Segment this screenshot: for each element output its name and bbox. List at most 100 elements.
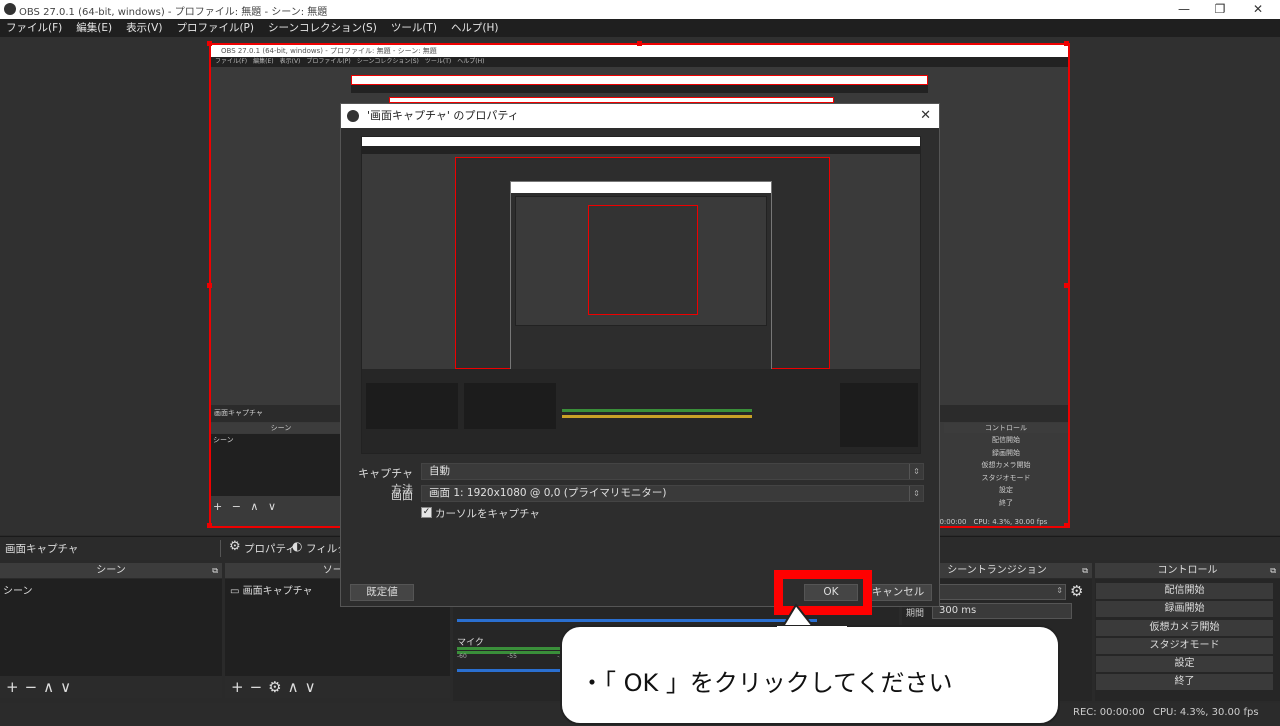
nested-scene-list — [366, 383, 458, 429]
menu-file[interactable]: ファイル(F) — [6, 19, 62, 37]
move-up-icon[interactable]: ∧ — [288, 678, 305, 696]
menu-profile[interactable]: プロファイル(P) — [176, 19, 254, 37]
duration-label: 期間 — [906, 609, 925, 619]
start-streaming-button[interactable]: 配信開始 — [1096, 583, 1273, 599]
capture-method-select[interactable]: 自動 ⇕ — [421, 463, 924, 480]
scenes-dock-title: シーン — [96, 565, 126, 576]
capture-method-value: 自動 — [429, 465, 450, 477]
nested-dialog-preview — [515, 196, 767, 326]
minimize-button[interactable]: — — [1166, 0, 1202, 19]
resize-handle[interactable] — [207, 41, 212, 46]
studio-mode-button[interactable]: スタジオモード — [1096, 638, 1273, 654]
monitor-icon: ▭ — [230, 586, 240, 597]
scenes-footer: +−∧∨ — [0, 676, 222, 698]
remove-icon[interactable]: − — [25, 678, 44, 696]
nested-window-title — [362, 137, 920, 146]
window-title: OBS 27.0.1 (64-bit, windows) - プロファイル: 無… — [19, 7, 328, 18]
filter-icon: ◐ — [292, 539, 303, 553]
nested-control-button: 録画開始 — [944, 447, 1068, 459]
screen-value: 画面 1: 1920x1080 @ 0,0 (プライマリモニター) — [429, 487, 667, 499]
start-recording-button[interactable]: 録画開始 — [1096, 601, 1273, 617]
nested-docks — [362, 369, 920, 453]
gear-icon[interactable]: ⚙ — [1070, 582, 1083, 600]
move-up-icon[interactable]: ∧ — [43, 678, 60, 696]
spin-icon: ⇕ — [1056, 586, 1063, 595]
resize-handle[interactable] — [1064, 41, 1069, 46]
undock-icon[interactable]: ⧉ — [212, 563, 218, 578]
cancel-button[interactable]: キャンセル — [864, 584, 932, 601]
nested-meter — [562, 415, 752, 418]
resize-handle[interactable] — [637, 41, 642, 46]
nested-control-button: 終了 — [944, 497, 1068, 509]
undock-icon[interactable]: ⧉ — [1082, 563, 1088, 578]
settings-button[interactable]: 設定 — [1096, 656, 1273, 672]
nested-recursive-menu — [351, 85, 928, 93]
duration-input[interactable]: 300 ms — [932, 603, 1072, 619]
sources-footer: +−⚙∧∨ — [225, 676, 450, 698]
scenes-list: シーン — [0, 579, 222, 676]
toolbar-divider — [220, 540, 221, 557]
resize-handle[interactable] — [207, 523, 212, 528]
dialog-titlebar: '画面キャプチャ' のプロパティ ✕ — [341, 104, 939, 128]
callout-pointer-joint — [777, 626, 847, 630]
spin-icon: ⇕ — [909, 464, 923, 479]
nested-scenes-list: シーン — [211, 434, 351, 496]
menu-tools[interactable]: ツール(T) — [391, 19, 437, 37]
instruction-callout: ・「 OK 」をクリックしてください — [560, 625, 1060, 725]
window-titlebar: OBS 27.0.1 (64-bit, windows) - プロファイル: 無… — [0, 0, 1280, 19]
screen-select[interactable]: 画面 1: 1920x1080 @ 0,0 (プライマリモニター) ⇕ — [421, 485, 924, 502]
nested-scene-footer: + − ∧ ∨ — [213, 500, 280, 513]
nested-control-button: 仮想カメラ開始 — [944, 460, 1068, 471]
properties-dialog: '画面キャプチャ' のプロパティ ✕ キャプチャ方法 自動 ⇕ 画面 画面 1:… — [340, 103, 940, 607]
cursor-checkbox-label: カーソルをキャプチャ — [435, 508, 540, 520]
mic-meter — [457, 647, 567, 650]
nested-control-button: 設定 — [944, 485, 1068, 496]
menu-edit[interactable]: 編集(E) — [76, 19, 112, 37]
undock-icon[interactable]: ⧉ — [1270, 563, 1276, 578]
nested-meter — [562, 409, 752, 412]
nested-recursive-window — [351, 75, 928, 85]
cursor-checkbox[interactable]: ✓ — [421, 507, 432, 518]
spin-icon: ⇕ — [909, 486, 923, 501]
nested-source-list — [464, 383, 556, 429]
rec-time: REC: 00:00:00 — [1073, 707, 1145, 718]
dialog-preview — [361, 136, 921, 454]
menu-bar: ファイル(F) 編集(E) 表示(V) プロファイル(P) シーンコレクション(… — [0, 19, 1280, 37]
nested-menu-bar: ファイル(F) 編集(E) 表示(V) プロファイル(P) シーンコレクション(… — [211, 57, 1068, 67]
screen-label: 画面 — [391, 489, 413, 502]
nested-dialog-titlebar — [511, 182, 771, 193]
nested-window-title: OBS 27.0.1 (64-bit, windows) - プロファイル: 無… — [211, 45, 1068, 57]
remove-icon[interactable]: − — [250, 678, 269, 696]
exit-button[interactable]: 終了 — [1096, 674, 1273, 690]
gear-icon[interactable]: ⚙ — [268, 678, 287, 696]
nested-control-button: 配信開始 — [944, 435, 1068, 446]
controls-dock-title: コントロール — [1157, 565, 1218, 576]
move-down-icon[interactable]: ∨ — [305, 678, 322, 696]
menu-help[interactable]: ヘルプ(H) — [451, 19, 499, 37]
start-virtual-camera-button[interactable]: 仮想カメラ開始 — [1096, 620, 1273, 636]
nested-control-list — [840, 383, 918, 447]
obs-logo-icon — [4, 3, 16, 15]
cpu-fps: CPU: 4.3%, 30.00 fps — [1153, 707, 1259, 718]
menu-view[interactable]: 表示(V) — [126, 19, 162, 37]
move-down-icon[interactable]: ∨ — [60, 678, 77, 696]
close-window-button[interactable]: ✕ — [1240, 0, 1276, 19]
resize-handle[interactable] — [1064, 283, 1069, 288]
defaults-button[interactable]: 既定値 — [350, 584, 414, 601]
nested-control-header: コントロール — [944, 423, 1068, 433]
dialog-close-button[interactable]: ✕ — [920, 104, 931, 128]
add-icon[interactable]: + — [6, 678, 25, 696]
list-item[interactable]: シーン — [0, 579, 222, 600]
resize-handle[interactable] — [1064, 523, 1069, 528]
resize-handle[interactable] — [207, 283, 212, 288]
nested-status: 00:00:00 CPU: 4.3%, 30.00 fps — [935, 518, 1048, 526]
add-icon[interactable]: + — [231, 678, 250, 696]
scenes-dock-header: シーン ⧉ — [0, 563, 222, 578]
source-item-label: 画面キャプチャ — [242, 586, 313, 597]
nested-scenes-header: シーン — [211, 423, 351, 433]
restore-button[interactable]: ❐ — [1202, 0, 1238, 19]
nested-capture-frame-2 — [588, 205, 698, 315]
properties-button[interactable]: プロパティ — [244, 541, 296, 556]
dialog-title: '画面キャプチャ' のプロパティ — [367, 109, 519, 122]
menu-scene-collection[interactable]: シーンコレクション(S) — [268, 19, 377, 37]
